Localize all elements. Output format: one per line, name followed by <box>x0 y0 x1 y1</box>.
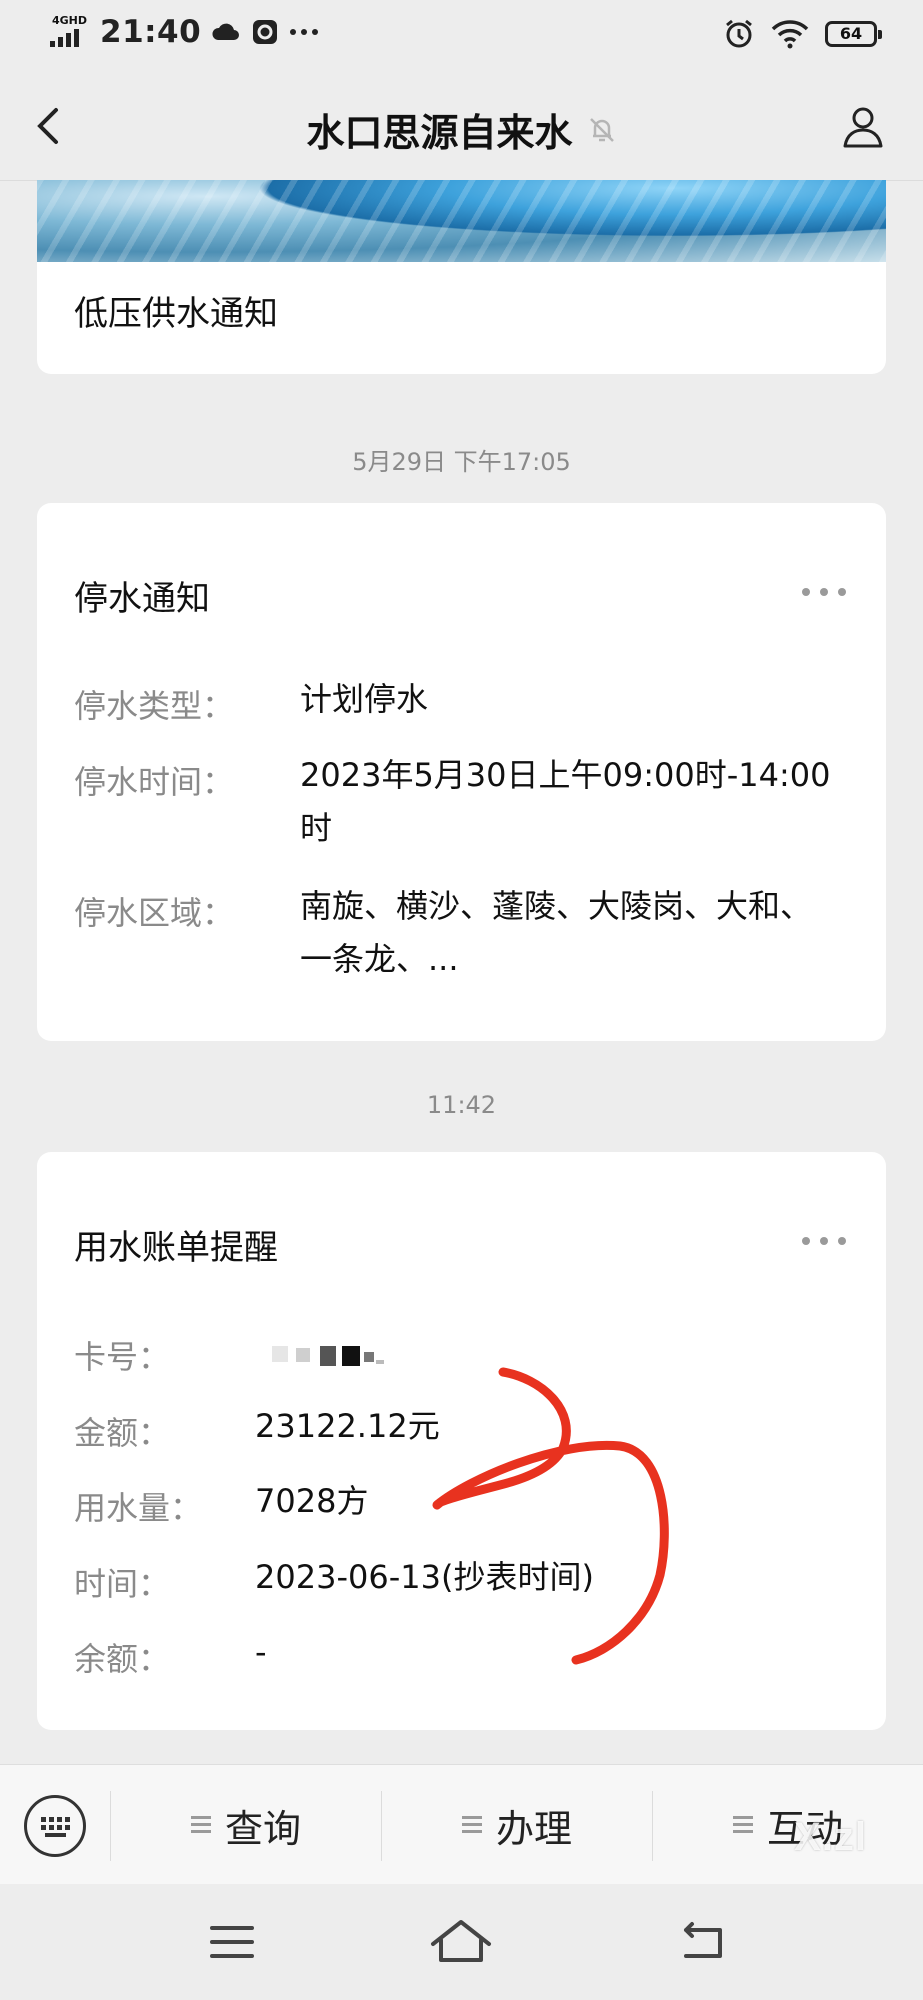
cloud-icon <box>212 23 240 40</box>
field-value: 23122.12元 <box>255 1407 440 1445</box>
field-label: 用水量： <box>74 1489 203 1527</box>
message-card[interactable]: 用水账单提醒 卡号： 金额： 23122.12元 用水量： 7028方 时间： … <box>37 1152 886 1730</box>
menu-handle-button[interactable]: 办理 <box>382 1765 652 1885</box>
field-value: 2023年5月30日上午09:00时-14:00时 <box>300 756 831 847</box>
field-label: 卡号： <box>74 1338 171 1376</box>
more-options-icon[interactable] <box>802 588 846 598</box>
system-navigation <box>0 1884 923 2000</box>
watermark: X.zl <box>794 1815 867 1859</box>
menu-item-label: 查询 <box>224 1806 301 1851</box>
more-icon <box>290 29 319 35</box>
field-label: 时间： <box>74 1565 171 1603</box>
menu-icon <box>732 1816 753 1834</box>
user-icon[interactable] <box>839 102 887 150</box>
bottom-menu: 查询 办理 互动 <box>0 1764 923 1885</box>
battery-icon: 64 <box>825 21 882 47</box>
menu-query-button[interactable]: 查询 <box>111 1765 381 1885</box>
field-value: 计划停水 <box>300 680 429 718</box>
battery-level: 64 <box>839 24 863 43</box>
field-label: 停水时间： <box>74 763 235 801</box>
status-bar: 4GHD 21:40 64 <box>0 0 923 72</box>
field-label: 余额： <box>74 1640 171 1678</box>
field-label: 停水类型： <box>74 687 235 725</box>
menu-item-label: 办理 <box>495 1806 572 1851</box>
message-timestamp: 5月29日 下午17:05 <box>352 448 571 476</box>
clock: 21:40 <box>100 14 202 50</box>
message-card[interactable]: 停水通知 停水类型： 计划停水 停水时间： 2023年5月30日上午09:00时… <box>37 503 886 1041</box>
field-value: 南旋、横沙、蓬陵、大陵岗、大和、一条龙、... <box>300 887 813 978</box>
menu-icon <box>461 1816 482 1834</box>
keyboard-icon[interactable] <box>24 1795 86 1857</box>
signal-icon: 4GHD <box>50 15 90 49</box>
redacted-card-number <box>272 1346 384 1366</box>
app-icon <box>253 20 278 44</box>
message-card[interactable]: 低压供水通知 <box>37 180 886 374</box>
message-title: 停水通知 <box>74 579 210 619</box>
field-label: 停水区域： <box>74 894 235 932</box>
message-title: 用水账单提醒 <box>74 1228 278 1268</box>
home-icon[interactable] <box>401 1884 521 2000</box>
menu-icon[interactable] <box>172 1884 292 2000</box>
message-title: 低压供水通知 <box>74 294 278 334</box>
banner-image <box>37 180 886 262</box>
page-title: 水口思源自来水 <box>306 111 573 155</box>
field-label: 金额： <box>74 1414 171 1452</box>
network-type: 4GHD <box>52 14 88 27</box>
bell-off-icon <box>589 117 614 142</box>
field-value: 2023-06-13(抄表时间) <box>255 1558 594 1596</box>
wifi-icon <box>771 20 809 49</box>
message-timestamp: 11:42 <box>426 1091 497 1119</box>
more-options-icon[interactable] <box>802 1237 846 1247</box>
field-value: - <box>255 1633 267 1671</box>
field-value: 7028方 <box>255 1482 369 1520</box>
alarm-icon <box>726 19 752 48</box>
back-icon[interactable] <box>642 1884 762 2000</box>
nav-bar: 水口思源自来水 <box>0 72 923 181</box>
menu-interact-button[interactable]: 互动 <box>653 1765 923 1885</box>
menu-icon <box>190 1816 211 1834</box>
